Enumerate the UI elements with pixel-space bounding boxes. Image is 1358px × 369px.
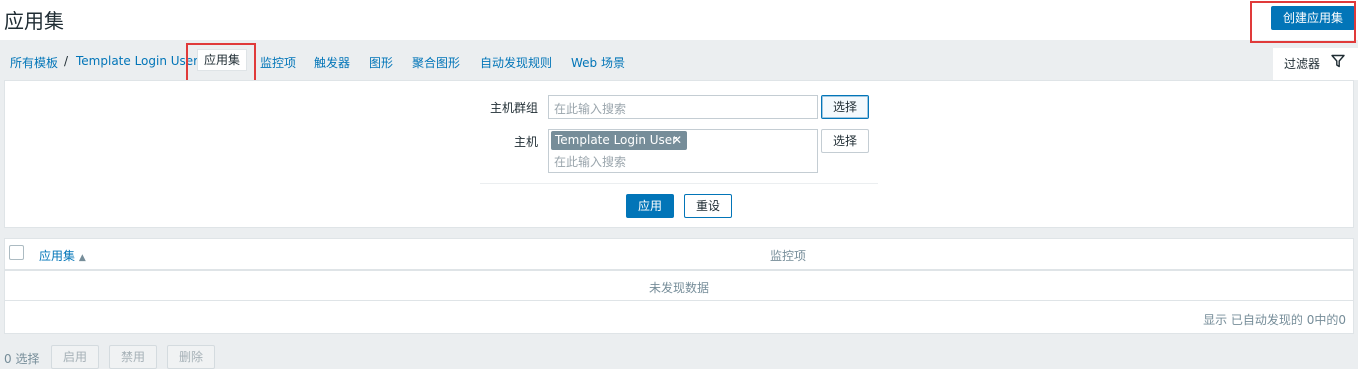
table-header-divider [4,269,1354,271]
host-group-placeholder: 在此输入搜索 [554,102,627,116]
column-header-items: 监控项 [770,249,807,263]
filter-icon [1331,54,1345,68]
filter-tab-label: 过滤器 [1284,57,1321,71]
host-group-input[interactable]: 在此输入搜索 [548,95,818,119]
host-tag-label: Template Login User [555,133,678,147]
host-group-select-button[interactable]: 选择 [821,95,869,119]
filter-divider [480,183,878,184]
tag-remove-icon[interactable]: ✕ [672,131,682,150]
host-label: 主机 [513,135,538,149]
breadcrumb-all-templates[interactable]: 所有模板 [10,54,58,71]
column-header-application[interactable]: 应用集 ▲ [39,247,86,264]
header-bar [0,0,1358,40]
tab-web-scenarios[interactable]: Web 场景 [571,54,625,71]
table-stats: 显示 已自动发现的 0中的0 [1203,313,1346,327]
selected-count: 0 选择 [4,352,40,366]
host-tag: Template Login User ✕ [551,131,687,150]
tab-applications[interactable]: 应用集 [197,49,247,71]
host-placeholder: 在此输入搜索 [554,155,627,169]
table-row-divider [4,300,1354,301]
filter-toggle-tab[interactable]: 过滤器 [1273,48,1358,80]
tab-discovery-rules[interactable]: 自动发现规则 [480,54,552,71]
tab-screens[interactable]: 聚合图形 [412,54,460,71]
page-title: 应用集 [4,9,64,33]
reset-button[interactable]: 重设 [684,194,732,218]
sort-asc-icon: ▲ [78,253,86,263]
tab-items[interactable]: 监控项 [260,54,296,71]
enable-button[interactable]: 启用 [51,345,99,369]
host-select-button[interactable]: 选择 [821,129,869,153]
create-application-button[interactable]: 创建应用集 [1271,6,1355,30]
tab-triggers[interactable]: 触发器 [314,54,350,71]
disable-button[interactable]: 禁用 [109,345,157,369]
tab-graphs[interactable]: 图形 [369,54,393,71]
breadcrumb-separator: / [64,54,69,68]
breadcrumb-template[interactable]: Template Login User [76,54,198,68]
select-all-checkbox[interactable] [9,245,24,260]
host-group-label: 主机群组 [489,101,538,115]
no-data-message: 未发现数据 [648,281,709,295]
apply-button[interactable]: 应用 [626,194,674,218]
delete-button[interactable]: 删除 [167,345,215,369]
